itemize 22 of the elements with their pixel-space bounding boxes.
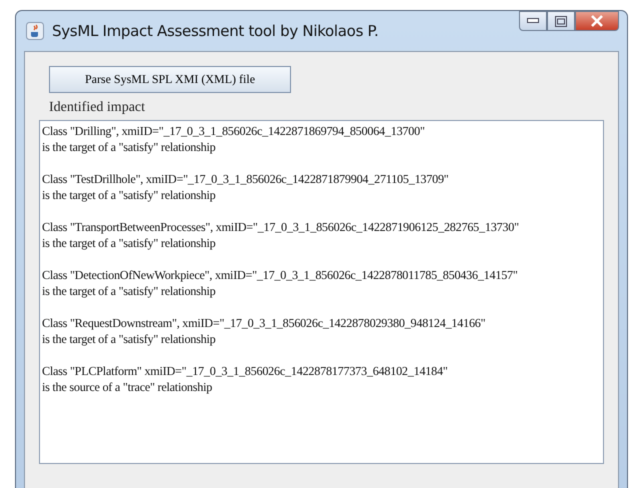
output-line: Class "RequestDownstream", xmiID="_17_0_3_1_856026c_1422878029380_948124_14166" [42, 315, 486, 331]
output-line: Class "TestDrillhole", xmiID="_17_0_3_1_856026c_1422871879904_271105_13709" [42, 171, 450, 187]
coffee-cup-icon [26, 22, 44, 40]
output-line: is the source of a "trace" relationship [42, 379, 214, 395]
maximize-button[interactable] [547, 11, 575, 31]
output-line: Class "DetectionOfNewWorkpiece", xmiID="_17_0_3_1_856026c_1422878011785_850436_14157" [42, 267, 519, 283]
output-line: Class "TransportBetweenProcesses", xmiID="_17_0_3_1_856026c_1422871906125_282765_13730" [42, 219, 520, 235]
close-button[interactable] [575, 11, 619, 31]
output-line: is the target of a "satisfy" relationship [42, 283, 216, 299]
output-line: is the target of a "satisfy" relationship [42, 187, 216, 203]
window-title: SysML Impact Assessment tool by Nikolaos P. [52, 22, 380, 40]
close-icon [590, 15, 604, 27]
section-label: Identified impact [49, 100, 146, 116]
minimize-icon [527, 18, 539, 24]
output-line: Class "PLCPlatform" xmiID="_17_0_3_1_856026c_1422878177373_648102_14184" [42, 363, 449, 379]
output-line: is the target of a "satisfy" relationship [42, 235, 216, 251]
maximize-icon [555, 16, 567, 26]
output-line: is the target of a "satisfy" relationship [42, 331, 216, 347]
parse-button[interactable]: Parse SysML SPL XMI (XML) file [49, 66, 291, 93]
output-line: Class "Drilling", xmiID="_17_0_3_1_856026c_1422871869794_850064_13700" [42, 123, 426, 139]
minimize-button[interactable] [519, 11, 547, 31]
output-line: is the target of a "satisfy" relationship [42, 139, 216, 155]
